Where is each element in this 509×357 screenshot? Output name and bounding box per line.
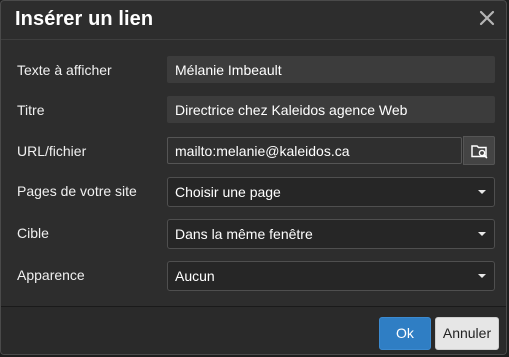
dialog-header: Insérer un lien: [1, 1, 506, 40]
target-select-value: Dans la même fenêtre: [175, 226, 313, 242]
appearance-select-value: Aucun: [175, 268, 215, 284]
text-row: Texte à afficher: [1, 56, 506, 84]
pages-select[interactable]: Choisir une page: [167, 177, 495, 207]
title-label: Titre: [17, 102, 45, 118]
target-select[interactable]: Dans la même fenêtre: [167, 219, 495, 249]
url-field[interactable]: [167, 137, 462, 164]
pages-row: Pages de votre site Choisir une page: [1, 177, 506, 207]
appearance-row: Apparence Aucun: [1, 261, 506, 291]
text-field[interactable]: [167, 56, 495, 83]
chevron-down-icon: [478, 190, 486, 194]
url-row: URL/fichier: [1, 136, 506, 165]
pages-select-value: Choisir une page: [175, 184, 281, 200]
dialog-title: Insérer un lien: [15, 8, 154, 30]
title-row: Titre: [1, 96, 506, 124]
close-icon[interactable]: [478, 9, 496, 27]
url-label: URL/fichier: [17, 143, 87, 159]
title-field[interactable]: [167, 96, 495, 123]
insert-link-dialog: Insérer un lien Texte à afficher Titre U…: [0, 0, 507, 355]
cancel-button[interactable]: Annuler: [435, 317, 499, 350]
browse-button[interactable]: [463, 136, 495, 165]
target-label: Cible: [17, 225, 49, 241]
ok-button[interactable]: Ok: [379, 317, 431, 350]
dialog-body: Texte à afficher Titre URL/fichier Pages…: [1, 40, 506, 308]
chevron-down-icon: [478, 274, 486, 278]
target-row: Cible Dans la même fenêtre: [1, 219, 506, 249]
dialog-footer: Ok Annuler: [1, 306, 506, 354]
text-label: Texte à afficher: [17, 62, 112, 78]
appearance-label: Apparence: [17, 267, 85, 283]
folder-search-icon: [471, 145, 488, 159]
chevron-down-icon: [478, 232, 486, 236]
pages-label: Pages de votre site: [17, 183, 137, 199]
appearance-select[interactable]: Aucun: [167, 261, 495, 291]
